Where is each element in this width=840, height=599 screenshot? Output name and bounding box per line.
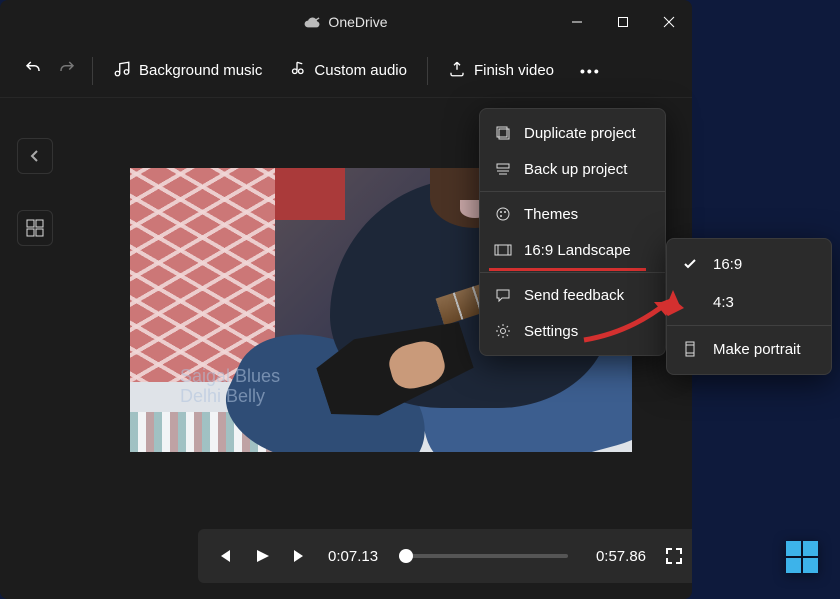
toolbar-separator	[427, 57, 428, 85]
playback-bar: 0:07.13 0:57.86	[198, 529, 692, 583]
menu-themes[interactable]: Themes	[480, 196, 665, 232]
portrait-icon	[681, 340, 699, 358]
toolbar-separator	[92, 57, 93, 85]
annotation-underline	[489, 268, 646, 271]
finish-video-button[interactable]: Finish video	[438, 52, 564, 90]
current-time: 0:07.13	[328, 548, 378, 565]
close-button[interactable]	[646, 0, 692, 44]
more-menu: Duplicate project Back up project Themes…	[479, 108, 666, 356]
undo-button[interactable]	[24, 59, 42, 82]
play-button[interactable]	[252, 546, 272, 566]
toolbar: Background music Custom audio Finish vid…	[0, 44, 692, 98]
submenu-4-3-label: 4:3	[713, 294, 734, 311]
minimize-button[interactable]	[554, 0, 600, 44]
submenu-16-9-label: 16:9	[713, 256, 742, 273]
fullscreen-button[interactable]	[664, 546, 684, 566]
video-watermark: Saigal Blues Delhi Belly	[180, 367, 280, 407]
aspect-ratio-submenu: 16:9 4:3 Make portrait	[666, 238, 832, 375]
custom-audio-button[interactable]: Custom audio	[278, 52, 417, 90]
menu-feedback-label: Send feedback	[524, 287, 624, 304]
redo-button[interactable]	[58, 59, 76, 82]
submenu-make-portrait[interactable]: Make portrait	[667, 330, 831, 368]
submenu-make-portrait-label: Make portrait	[713, 341, 801, 358]
window-title-text: OneDrive	[328, 14, 387, 30]
finish-video-label: Finish video	[474, 62, 554, 79]
export-icon	[448, 60, 466, 82]
left-sidebar	[0, 98, 70, 599]
gear-icon	[494, 322, 512, 340]
menu-aspect-label: 16:9 Landscape	[524, 242, 631, 259]
seek-slider[interactable]	[406, 554, 568, 558]
duration-time: 0:57.86	[596, 548, 646, 565]
music-note-icon	[113, 60, 131, 82]
titlebar: OneDrive	[0, 0, 692, 44]
menu-themes-label: Themes	[524, 206, 578, 223]
more-button[interactable]: •••	[570, 55, 611, 87]
menu-backup-label: Back up project	[524, 161, 627, 178]
back-button[interactable]	[17, 138, 53, 174]
menu-settings-label: Settings	[524, 323, 578, 340]
storyboard-view-button[interactable]	[17, 210, 53, 246]
undo-redo-group	[10, 59, 82, 82]
windows-start-button[interactable]	[772, 527, 832, 587]
check-icon	[681, 255, 699, 273]
backup-icon	[494, 160, 512, 178]
aspect-ratio-icon	[494, 241, 512, 259]
previous-frame-button[interactable]	[214, 546, 234, 566]
next-frame-button[interactable]	[290, 546, 310, 566]
submenu-16-9[interactable]: 16:9	[667, 245, 831, 283]
audio-icon	[288, 60, 306, 82]
menu-separator	[480, 272, 665, 273]
submenu-4-3[interactable]: 4:3	[667, 283, 831, 321]
maximize-button[interactable]	[600, 0, 646, 44]
menu-backup-project[interactable]: Back up project	[480, 151, 665, 187]
palette-icon	[494, 205, 512, 223]
ellipsis-icon: •••	[580, 63, 601, 79]
cloud-off-icon	[304, 16, 320, 28]
menu-duplicate-project[interactable]: Duplicate project	[480, 115, 665, 151]
menu-aspect-ratio[interactable]: 16:9 Landscape	[480, 232, 665, 268]
menu-settings[interactable]: Settings	[480, 313, 665, 349]
window-title: OneDrive	[304, 14, 387, 30]
background-music-button[interactable]: Background music	[103, 52, 272, 90]
custom-audio-label: Custom audio	[314, 62, 407, 79]
background-music-label: Background music	[139, 62, 262, 79]
duplicate-icon	[494, 124, 512, 142]
menu-send-feedback[interactable]: Send feedback	[480, 277, 665, 313]
menu-separator	[667, 325, 831, 326]
menu-duplicate-label: Duplicate project	[524, 125, 636, 142]
menu-separator	[480, 191, 665, 192]
empty-check-slot	[681, 293, 699, 311]
feedback-icon	[494, 286, 512, 304]
